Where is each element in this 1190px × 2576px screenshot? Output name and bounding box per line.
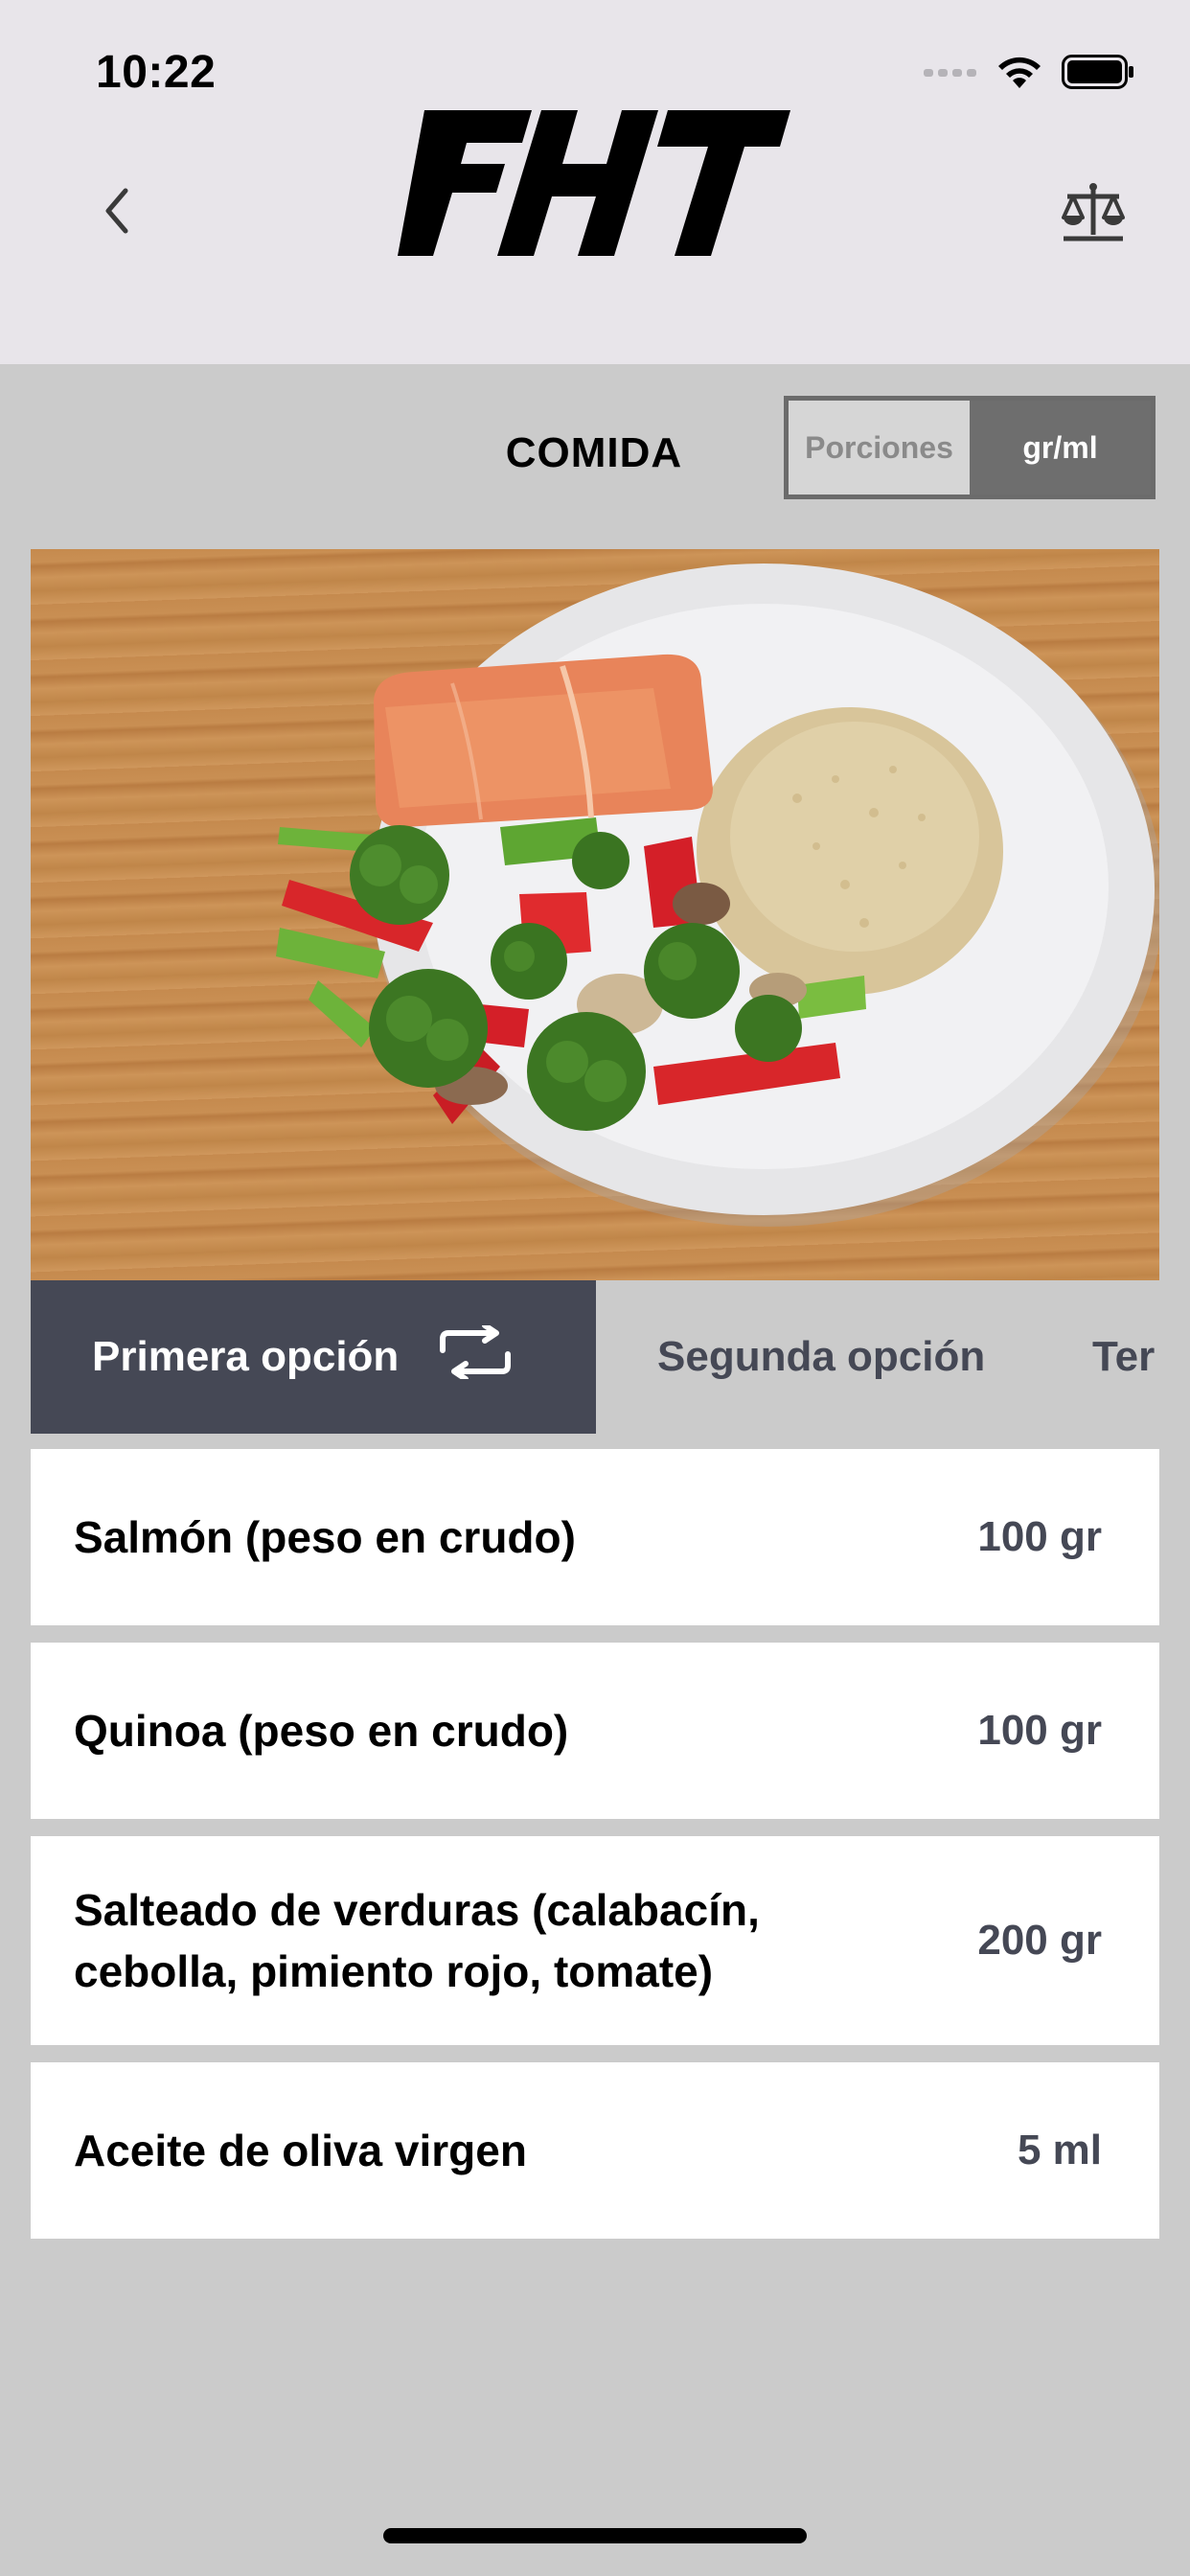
scale-button[interactable] [1060,179,1127,246]
meal-photo [31,549,1159,1280]
toggle-porciones[interactable]: Porciones [789,401,970,494]
ingredient-row: Aceite de oliva virgen 5 ml [31,2062,1159,2239]
tab-segunda-opcion[interactable]: Segunda opción [657,1280,985,1434]
wifi-icon [995,54,1044,95]
swap-icon[interactable] [437,1322,514,1390]
tab-tercera-opcion[interactable]: Ter [1092,1280,1155,1434]
status-icons [924,54,1134,95]
cellular-signal-icon [924,65,977,83]
status-time: 10:22 [96,47,217,98]
ingredient-row: Quinoa (peso en crudo) 100 gr [31,1643,1159,1819]
status-bar: 10:22 [0,0,1190,125]
ingredient-name: Salteado de verduras (calabacín, cebolla… [74,1885,760,1996]
ingredient-qty: 200 gr [977,1917,1102,1964]
tab-primera-opcion[interactable]: Primera opción [31,1280,596,1434]
salmon-plate-illustration [276,564,1159,1227]
unit-toggle[interactable]: Porciones gr/ml [784,396,1156,499]
tab-label: Primera opción [92,1333,400,1380]
ingredient-row: Salmón (peso en crudo) 100 gr [31,1449,1159,1625]
meal-title: COMIDA [505,429,683,476]
ingredient-name: Salmón (peso en crudo) [74,1512,576,1562]
back-button[interactable] [88,177,146,244]
option-tabs: Primera opción Segunda opción Ter [31,1280,1190,1434]
ingredient-name: Aceite de oliva virgen [74,2126,527,2175]
ingredient-qty: 5 ml [1017,2127,1102,2174]
ingredient-row: Salteado de verduras (calabacín, cebolla… [31,1836,1159,2045]
fht-logo-graphic [398,110,790,256]
ingredient-qty: 100 gr [977,1707,1102,1754]
home-indicator[interactable] [383,2528,807,2543]
chevron-left-icon [105,188,128,234]
ingredient-qty: 100 gr [977,1513,1102,1560]
balance-scale-icon [1062,183,1125,242]
ingredient-name: Quinoa (peso en crudo) [74,1706,569,1756]
toggle-gr-ml[interactable]: gr/ml [970,401,1151,494]
fht-logo [398,110,790,259]
battery-icon [1062,54,1134,95]
